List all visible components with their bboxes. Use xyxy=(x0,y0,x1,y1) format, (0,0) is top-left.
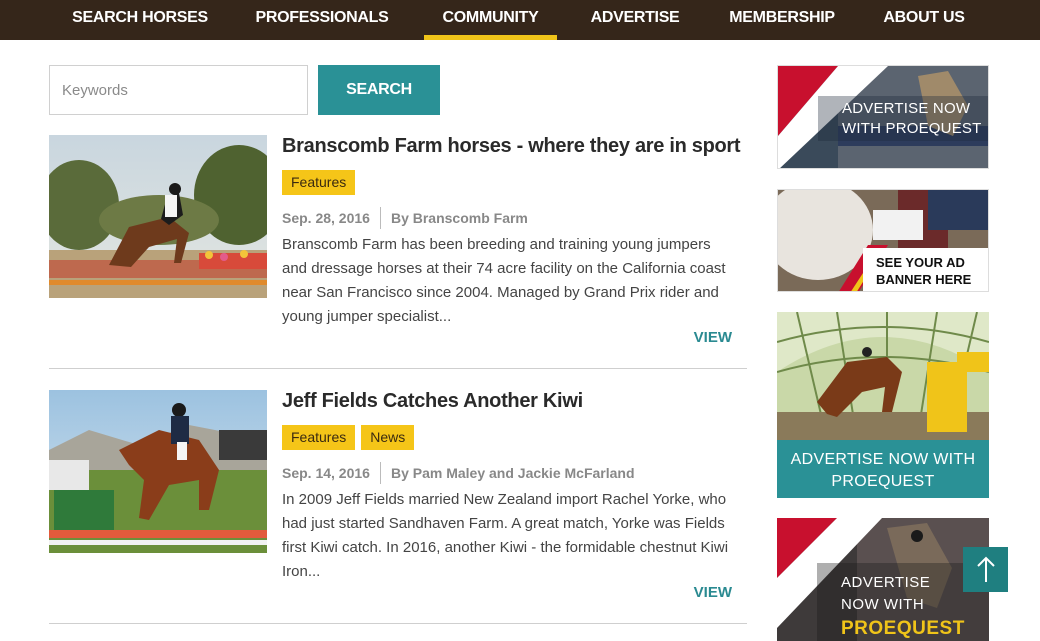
main-navigation: SEARCH HORSES PROFESSIONALS COMMUNITY AD… xyxy=(0,0,1040,40)
article-author: By Branscomb Farm xyxy=(390,210,528,226)
article-meta: Sep. 28, 2016 By Branscomb Farm xyxy=(282,207,528,229)
tag-badge[interactable]: Features xyxy=(282,170,356,195)
sidebar-ad-banner[interactable]: SEE YOUR AD BANNER HERE xyxy=(777,189,989,292)
nav-item-search-horses[interactable]: SEARCH HORSES xyxy=(62,0,218,40)
meta-divider xyxy=(379,462,381,484)
tag-badge[interactable]: News xyxy=(361,425,415,450)
article-excerpt: Branscomb Farm has been breeding and tra… xyxy=(282,236,726,325)
ad-line: PROEQUEST xyxy=(831,473,935,490)
search-input[interactable] xyxy=(49,65,308,115)
ad-line: NOW WITH xyxy=(841,596,925,613)
article-divider xyxy=(49,623,747,624)
article-title[interactable]: Branscomb Farm horses - where they are i… xyxy=(282,135,741,158)
nav-item-professionals[interactable]: PROFESSIONALS xyxy=(248,0,396,40)
meta-divider xyxy=(379,207,381,229)
nav-item-community[interactable]: COMMUNITY xyxy=(424,0,557,40)
ad-line: ADVERTISE xyxy=(841,574,931,591)
article-divider xyxy=(49,368,747,369)
nav-item-membership[interactable]: MEMBERSHIP xyxy=(718,0,846,40)
ad-brand-line: PROEQUEST xyxy=(841,618,965,639)
article-date: Sep. 14, 2016 xyxy=(282,465,370,481)
ad-line: ADVERTISE NOW xyxy=(842,100,971,117)
article-tags: Features xyxy=(282,170,356,195)
view-link[interactable]: VIEW xyxy=(694,329,732,346)
nav-item-about-us[interactable]: ABOUT US xyxy=(876,0,972,40)
tag-badge[interactable]: Features xyxy=(282,425,356,450)
article-thumbnail[interactable] xyxy=(49,135,267,298)
sidebar-ad-banner[interactable]: ADVERTISE NOW WITH PROEQUEST xyxy=(777,312,989,498)
scroll-to-top-button[interactable] xyxy=(963,547,1008,592)
ad-line: SEE YOUR AD xyxy=(876,255,965,270)
article-meta: Sep. 14, 2016 By Pam Maley and Jackie Mc… xyxy=(282,462,635,484)
view-link[interactable]: VIEW xyxy=(694,584,732,601)
ad-line: ADVERTISE NOW WITH xyxy=(790,451,976,468)
article-date: Sep. 28, 2016 xyxy=(282,210,370,226)
article-title[interactable]: Jeff Fields Catches Another Kiwi xyxy=(282,390,583,413)
article-thumbnail[interactable] xyxy=(49,390,267,553)
article-excerpt: In 2009 Jeff Fields married New Zealand … xyxy=(282,491,729,580)
article-card: Branscomb Farm horses - where they are i… xyxy=(49,135,747,369)
sidebar-ad-banner[interactable]: ADVERTISE NOW WITH PROEQUEST xyxy=(777,65,989,169)
nav-item-advertise[interactable]: ADVERTISE xyxy=(582,0,688,40)
ad-line: WITH PROEQUEST xyxy=(842,120,982,137)
sidebar-ad-banner[interactable]: ADVERTISE NOW WITH PROEQUEST xyxy=(777,518,989,641)
article-card: Jeff Fields Catches Another Kiwi Feature… xyxy=(49,390,747,624)
ad-line: BANNER HERE xyxy=(876,272,972,287)
article-tags: Features News xyxy=(282,425,415,450)
article-author: By Pam Maley and Jackie McFarland xyxy=(390,465,635,481)
arrow-up-icon xyxy=(976,556,995,582)
search-button[interactable]: SEARCH xyxy=(318,65,440,115)
